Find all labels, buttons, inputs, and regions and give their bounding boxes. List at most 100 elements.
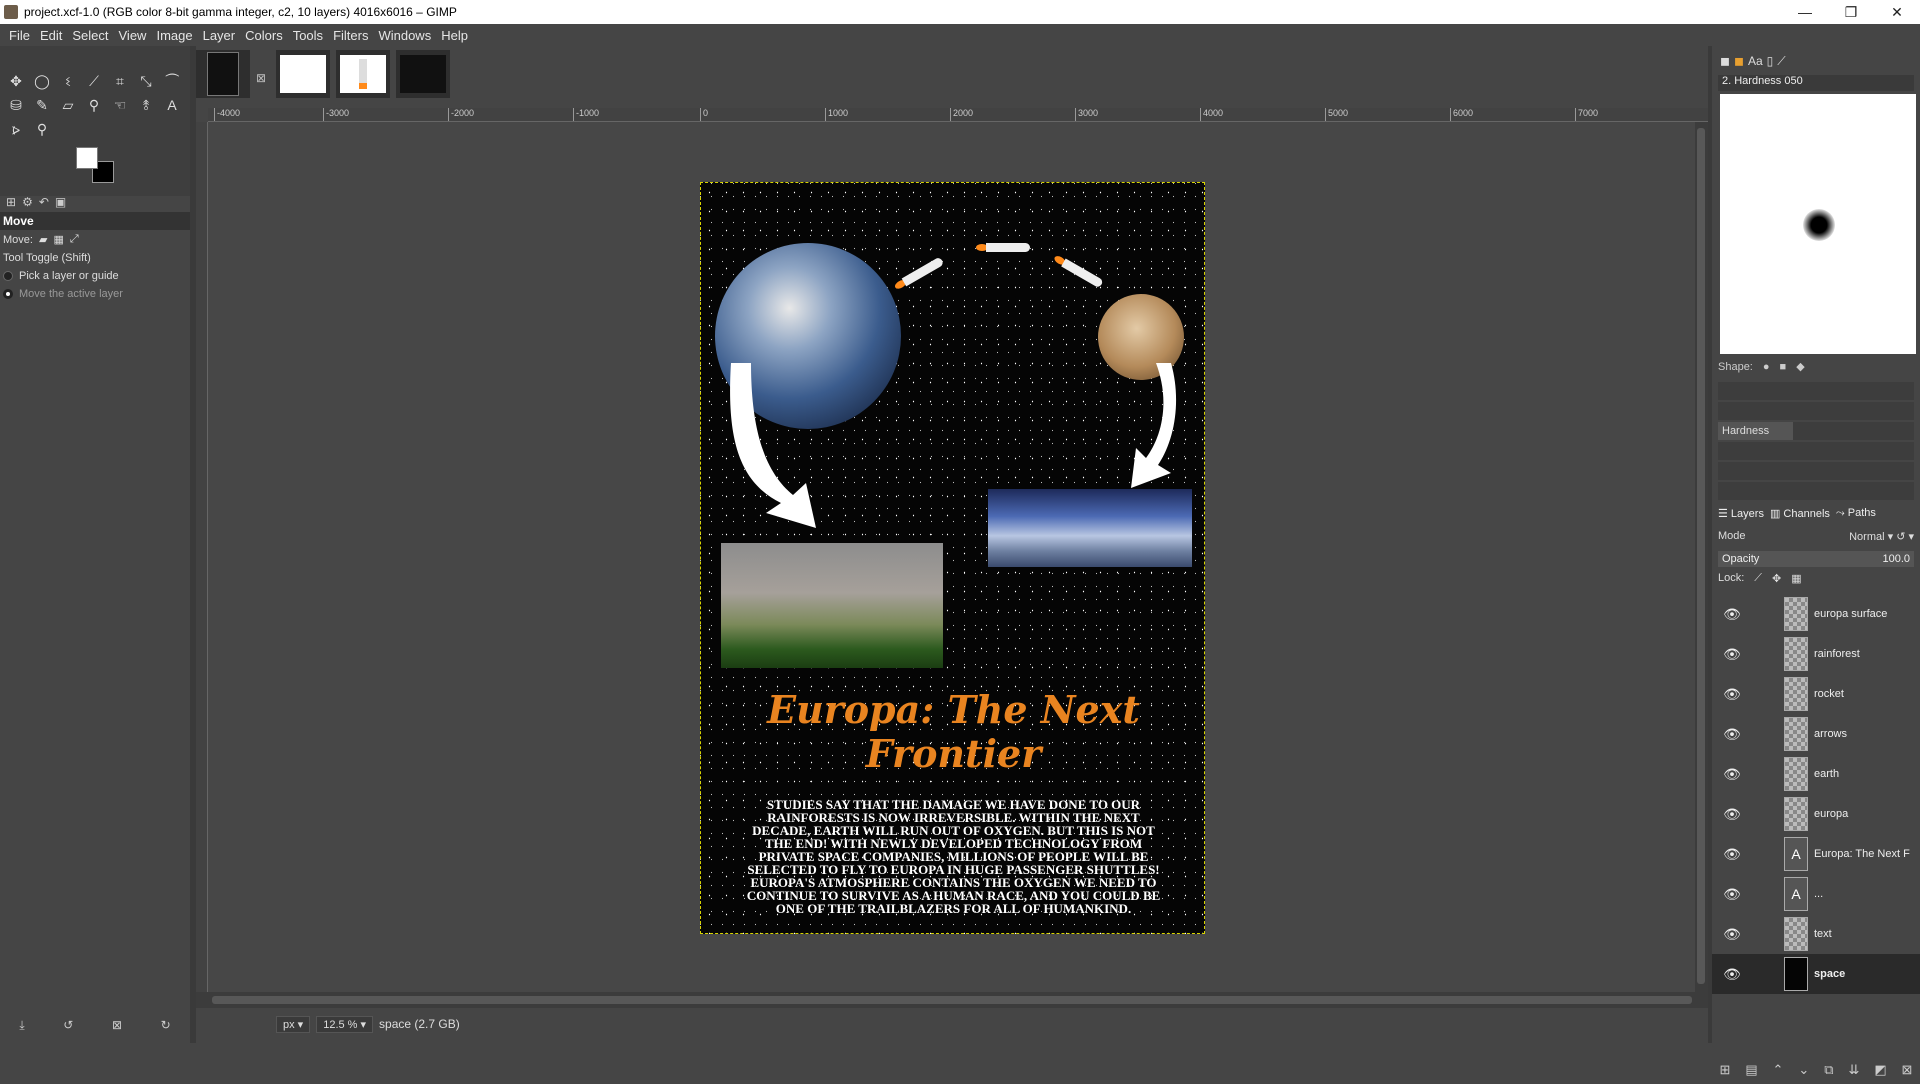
shape-diamond-icon[interactable]: ◆ — [1796, 360, 1804, 373]
tool-options-tab-icon[interactable]: ⊞ — [6, 195, 16, 209]
layer-row[interactable]: 👁 A... — [1712, 874, 1920, 914]
layer-row[interactable]: 👁 earth — [1712, 754, 1920, 794]
menu-help[interactable]: Help — [436, 28, 473, 43]
menu-select[interactable]: Select — [67, 28, 113, 43]
layer-row[interactable]: 👁 europa — [1712, 794, 1920, 834]
poster-canvas[interactable]: Europa: The Next Frontier Studies say th… — [700, 182, 1205, 934]
lock-position-icon[interactable]: ✥ — [1772, 572, 1781, 585]
undo-history-tab-icon[interactable]: ↶ — [39, 195, 49, 209]
merge-down-icon[interactable]: ⇊ — [1848, 1062, 1859, 1078]
brushes-tab-icon[interactable]: ◼ — [1720, 54, 1730, 68]
menu-view[interactable]: View — [114, 28, 152, 43]
visibility-eye-icon[interactable]: 👁 — [1712, 646, 1752, 663]
visibility-eye-icon[interactable]: 👁 — [1712, 686, 1752, 703]
horizontal-scroll-thumb[interactable] — [212, 996, 1692, 1004]
layer-row[interactable]: 👁 rocket — [1712, 674, 1920, 714]
mode-select[interactable]: Normal ▾ ↺ ▾ — [1849, 530, 1914, 543]
layer-row-selected[interactable]: 👁 space — [1712, 954, 1920, 994]
menu-image[interactable]: Image — [151, 28, 197, 43]
fuzzy-select-icon[interactable]: ⟋ — [82, 70, 106, 92]
visibility-eye-icon[interactable]: 👁 — [1712, 966, 1752, 983]
tab-channels[interactable]: ▥ Channels — [1770, 507, 1830, 520]
raise-layer-icon[interactable]: ⌃ — [1773, 1062, 1784, 1078]
minimize-button[interactable]: — — [1782, 0, 1828, 24]
color-swatches[interactable] — [72, 145, 116, 185]
zoom-icon[interactable]: ⚲ — [30, 118, 54, 140]
zoom-select[interactable]: 12.5 % ▾ — [316, 1015, 374, 1033]
spikes-slider[interactable] — [1718, 402, 1914, 420]
radio-pick-layer-indicator[interactable] — [3, 271, 13, 281]
move-selection-mode-icon[interactable]: ▦ — [53, 233, 63, 246]
menu-edit[interactable]: Edit — [35, 28, 67, 43]
delete-layer-icon[interactable]: ⊠ — [1902, 1062, 1913, 1078]
visibility-eye-icon[interactable]: 👁 — [1712, 766, 1752, 783]
delete-options-icon[interactable]: ⊠ — [112, 1018, 122, 1032]
image-tab-rocket[interactable] — [336, 50, 390, 98]
menu-layer[interactable]: Layer — [198, 28, 241, 43]
patterns-tab-icon[interactable]: ◼ — [1734, 54, 1744, 68]
radio-move-active-indicator[interactable] — [3, 289, 13, 299]
opacity-slider[interactable]: Opacity 100.0 — [1718, 551, 1914, 567]
reset-options-icon[interactable]: ↻ — [161, 1018, 171, 1032]
layer-row[interactable]: 👁 text — [1712, 914, 1920, 954]
visibility-eye-icon[interactable]: 👁 — [1712, 846, 1752, 863]
add-mask-icon[interactable]: ◩ — [1874, 1062, 1886, 1078]
image-tab-project[interactable] — [196, 50, 250, 98]
radio-pick-layer[interactable]: Pick a layer or guide — [0, 267, 190, 285]
move-tool-icon[interactable]: ✥ — [4, 70, 28, 92]
horizontal-scrollbar[interactable] — [196, 992, 1708, 1008]
aspect-ratio-slider[interactable] — [1718, 442, 1914, 460]
bucket-fill-icon[interactable]: ⛁ — [4, 94, 28, 116]
canvas-area[interactable]: Europa: The Next Frontier Studies say th… — [208, 122, 1695, 992]
lock-alpha-icon[interactable]: ▦ — [1791, 572, 1801, 585]
eraser-icon[interactable]: ▱ — [56, 94, 80, 116]
lower-layer-icon[interactable]: ⌄ — [1798, 1062, 1809, 1078]
menu-windows[interactable]: Windows — [373, 28, 436, 43]
layer-row[interactable]: 👁 europa surface — [1712, 594, 1920, 634]
menu-colors[interactable]: Colors — [240, 28, 288, 43]
save-options-icon[interactable]: ⤓ — [19, 1018, 24, 1033]
visibility-eye-icon[interactable]: 👁 — [1712, 726, 1752, 743]
images-tab-icon[interactable]: ▣ — [55, 195, 66, 209]
vertical-scrollbar[interactable] — [1695, 122, 1708, 992]
measure-icon[interactable]: ⦠ — [4, 118, 28, 140]
lock-pixels-icon[interactable]: ⟋ — [1754, 572, 1762, 585]
visibility-eye-icon[interactable]: 👁 — [1712, 606, 1752, 623]
menu-filters[interactable]: Filters — [328, 28, 373, 43]
tab-layers[interactable]: ☰ Layers — [1718, 507, 1764, 520]
duplicate-layer-icon[interactable]: ⧉ — [1824, 1062, 1833, 1078]
warp-transform-icon[interactable]: ⏜ — [160, 70, 184, 92]
angle-slider[interactable] — [1718, 462, 1914, 480]
move-layer-mode-icon[interactable]: ▰ — [39, 233, 47, 246]
spacing-slider[interactable] — [1718, 482, 1914, 500]
shape-circle-icon[interactable]: ● — [1763, 361, 1770, 373]
unit-select[interactable]: px ▾ — [276, 1015, 311, 1033]
tab-paths[interactable]: ⤳ Paths — [1836, 507, 1876, 520]
layer-row[interactable]: 👁 arrows — [1712, 714, 1920, 754]
paint-dynamics-tab-icon[interactable]: ⟋ — [1777, 54, 1785, 69]
clone-icon[interactable]: ⚲ — [82, 94, 106, 116]
vertical-scroll-thumb[interactable] — [1697, 128, 1705, 984]
restore-options-icon[interactable]: ↺ — [63, 1018, 73, 1032]
shape-square-icon[interactable]: ■ — [1780, 361, 1787, 373]
close-image-icon[interactable]: ⊠ — [256, 71, 270, 85]
text-tool-icon[interactable]: A — [160, 94, 184, 116]
device-status-tab-icon[interactable]: ⚙ — [22, 195, 33, 209]
visibility-eye-icon[interactable]: 👁 — [1712, 886, 1752, 903]
smudge-icon[interactable]: ☜ — [108, 94, 132, 116]
paintbrush-icon[interactable]: ✎ — [30, 94, 54, 116]
document-history-tab-icon[interactable]: ▯ — [1767, 54, 1774, 68]
menu-file[interactable]: File — [4, 28, 35, 43]
close-button[interactable]: ✕ — [1874, 0, 1920, 24]
image-tab-white[interactable] — [276, 50, 330, 98]
radius-slider[interactable] — [1718, 382, 1914, 400]
unified-transform-icon[interactable]: ⤡ — [134, 70, 158, 92]
fonts-tab-icon[interactable]: Aa — [1748, 54, 1763, 68]
crop-icon[interactable]: ⌗ — [108, 70, 132, 92]
maximize-button[interactable]: ❐ — [1828, 0, 1874, 24]
visibility-eye-icon[interactable]: 👁 — [1712, 806, 1752, 823]
menu-tools[interactable]: Tools — [288, 28, 328, 43]
visibility-eye-icon[interactable]: 👁 — [1712, 926, 1752, 943]
move-path-mode-icon[interactable]: ⤢ — [70, 233, 79, 246]
layer-row[interactable]: 👁 rainforest — [1712, 634, 1920, 674]
